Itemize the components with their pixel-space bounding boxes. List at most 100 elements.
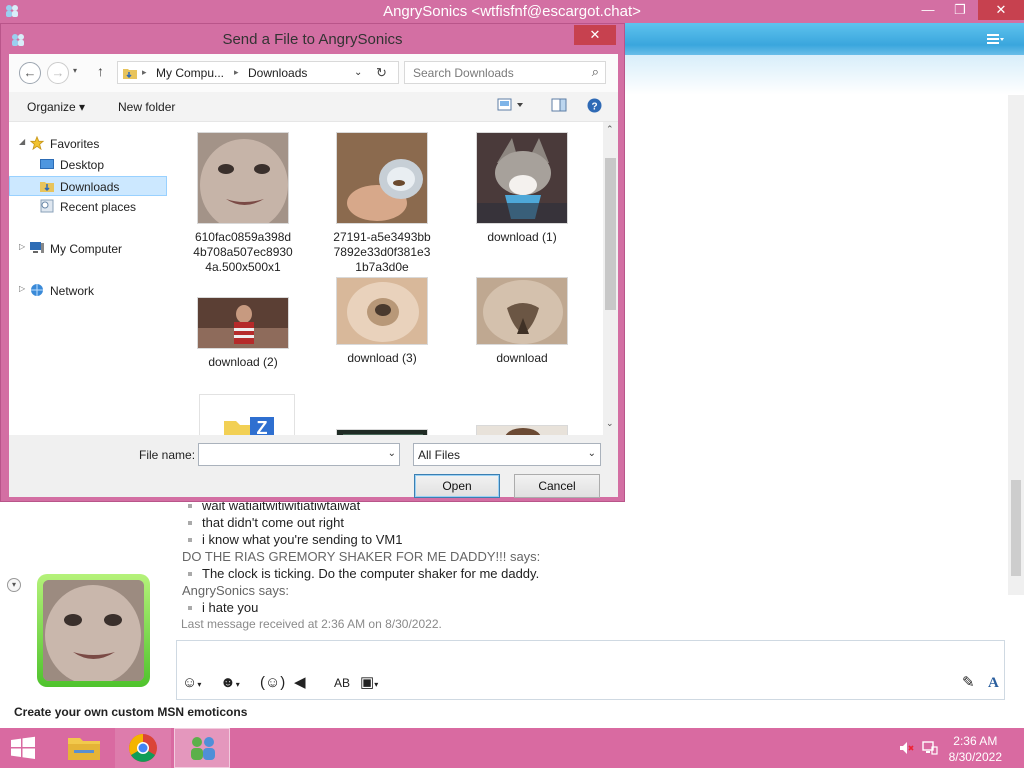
dialog-body: ← → ▾ ↑ ▸ My Compu... ▸ Downloads ⌄ ↻ ⌕ … <box>9 54 618 498</box>
file-name-label: File name: <box>139 448 196 462</box>
scrollbar-thumb[interactable] <box>605 158 616 310</box>
font-icon[interactable]: AB <box>334 673 350 693</box>
file-item[interactable]: download (2) <box>183 287 303 370</box>
maximize-button[interactable]: ❐ <box>946 0 974 20</box>
help-icon[interactable]: ? <box>587 98 602 116</box>
conversation-scrollbar[interactable] <box>1008 95 1024 595</box>
svg-text:Z: Z <box>257 418 268 435</box>
nav-item-downloads[interactable]: Downloads <box>9 176 167 196</box>
forward-icon[interactable]: → <box>47 62 69 84</box>
file-thumbnail <box>476 132 568 224</box>
computer-icon <box>30 242 44 253</box>
background-icon[interactable]: ▣▾ <box>360 673 378 693</box>
message-item: i know what you're sending to VM1 <box>182 532 402 547</box>
nav-item-network[interactable]: ▷ Network <box>9 281 167 301</box>
network-icon <box>31 284 43 296</box>
svg-text:?: ? <box>591 102 597 113</box>
close-button[interactable]: ✕ <box>978 0 1024 20</box>
breadcrumb-item-downloads[interactable]: Downloads <box>248 66 307 80</box>
avatar <box>43 580 144 681</box>
search-box[interactable]: ⌕ <box>404 61 606 84</box>
refresh-icon[interactable]: ↻ <box>376 65 387 81</box>
file-item[interactable]: 27191-a5e3493bb 7892e33d0f381e3 1b7a3d0e <box>322 132 442 275</box>
file-explorer-taskbar-button[interactable] <box>56 728 112 768</box>
preview-pane-icon[interactable] <box>551 98 567 115</box>
file-list-scrollbar[interactable]: ⌃ ⌄ <box>603 122 618 435</box>
cancel-button[interactable]: Cancel <box>514 474 600 498</box>
file-item[interactable] <box>462 425 582 435</box>
chat-titlebar[interactable]: AngrySonics <wtfisfnf@escargot.chat> — ❐… <box>0 0 1024 23</box>
custom-emoticons-link[interactable]: Create your own custom MSN emoticons <box>14 705 247 719</box>
command-bar: Organize ▾ New folder ? <box>9 92 618 122</box>
compose-toolbar: ☺▾ ☻▾ (☺) ◀ AB ▣▾ ✎ A <box>178 670 1004 696</box>
voice-clip-icon[interactable]: ◀ <box>294 673 306 693</box>
file-name: 610fac0859a398d 4b708a507ec8930 4a.500x5… <box>193 230 293 274</box>
recent-places-icon <box>40 199 54 213</box>
file-item[interactable]: download (1) <box>462 132 582 245</box>
file-thumbnail <box>476 425 568 435</box>
dialog-close-button[interactable]: ✕ <box>574 25 616 45</box>
menu-icon[interactable] <box>986 32 1004 46</box>
file-item[interactable]: download (3) <box>322 277 442 366</box>
folder-icon <box>123 69 137 79</box>
text-style-icon[interactable]: A <box>988 673 999 693</box>
file-thumbnail <box>197 297 289 349</box>
file-name-input[interactable] <box>203 445 383 464</box>
folder-icon <box>68 738 100 760</box>
recent-locations-icon[interactable]: ▾ <box>73 66 77 75</box>
breadcrumb[interactable]: ▸ My Compu... ▸ Downloads ⌄ ↻ <box>117 61 399 84</box>
nav-item-favorites[interactable]: ◢ Favorites <box>9 134 167 154</box>
nav-item-recent-places[interactable]: Recent places <box>9 197 167 217</box>
scroll-down-icon[interactable]: ⌄ <box>606 418 614 429</box>
chrome-icon <box>129 734 157 762</box>
message-item: i hate you <box>182 600 258 615</box>
file-thumbnail <box>336 132 428 224</box>
nav-item-my-computer[interactable]: ▷ My Computer <box>9 239 167 259</box>
file-list: 610fac0859a398d 4b708a507ec8930 4a.500x5… <box>179 122 603 435</box>
clock[interactable]: 2:36 AM 8/30/2022 <box>949 733 1002 765</box>
file-thumbnail <box>197 132 289 224</box>
breadcrumb-dropdown-icon[interactable]: ⌄ <box>354 67 362 78</box>
clock-time: 2:36 AM <box>953 734 998 748</box>
navigation-pane: ◢ Favorites Desktop Downloads Recent pla… <box>9 122 179 435</box>
file-item[interactable]: Z <box>187 394 307 435</box>
search-icon[interactable]: ⌕ <box>592 64 599 80</box>
back-icon[interactable]: ← <box>19 62 41 84</box>
messenger-taskbar-button[interactable] <box>174 728 230 768</box>
scrollbar-thumb[interactable] <box>1011 480 1021 576</box>
collapse-avatar-icon[interactable]: ▾ <box>7 578 21 592</box>
volume-muted-icon[interactable] <box>898 740 914 756</box>
file-thumbnail: Z <box>199 394 295 435</box>
dialog-title: Send a File to AngrySonics <box>222 31 403 48</box>
new-folder-button[interactable]: New folder <box>118 100 175 114</box>
scroll-up-icon[interactable]: ⌃ <box>606 124 614 135</box>
organize-button[interactable]: Organize ▾ <box>27 100 85 114</box>
up-icon[interactable]: ↑ <box>97 63 104 79</box>
emoticon-icon[interactable]: ☺▾ <box>182 673 201 693</box>
file-type-value: All Files <box>418 448 461 462</box>
file-name: download <box>496 351 548 365</box>
file-thumbnail <box>336 277 428 345</box>
file-type-select[interactable]: All Files ⌄ <box>413 443 601 466</box>
file-thumbnail <box>476 277 568 345</box>
search-input[interactable] <box>413 65 583 80</box>
breadcrumb-separator: ▸ <box>142 67 147 77</box>
handwriting-icon[interactable]: ✎ <box>962 673 975 693</box>
network-status-icon[interactable] <box>922 740 938 756</box>
contact-avatar-frame[interactable] <box>37 574 150 687</box>
chrome-taskbar-button[interactable] <box>115 728 171 768</box>
file-name-field[interactable]: ⌄ <box>198 443 400 466</box>
change-view-icon[interactable] <box>497 98 527 115</box>
chevron-down-icon[interactable]: ⌄ <box>588 448 596 459</box>
file-item[interactable]: 610fac0859a398d 4b708a507ec8930 4a.500x5… <box>183 132 303 275</box>
minimize-button[interactable]: — <box>914 0 942 20</box>
wink-icon[interactable]: ☻▾ <box>220 673 240 693</box>
open-button[interactable]: Open <box>414 474 500 498</box>
nav-item-desktop[interactable]: Desktop <box>9 155 167 175</box>
nudge-icon[interactable]: (☺) <box>260 673 285 693</box>
windows-start-icon[interactable] <box>8 736 38 760</box>
breadcrumb-item-computer[interactable]: My Compu... <box>156 66 224 80</box>
file-item[interactable]: download <box>462 277 582 366</box>
desktop-icon <box>40 159 54 169</box>
chevron-down-icon[interactable]: ⌄ <box>388 448 396 459</box>
